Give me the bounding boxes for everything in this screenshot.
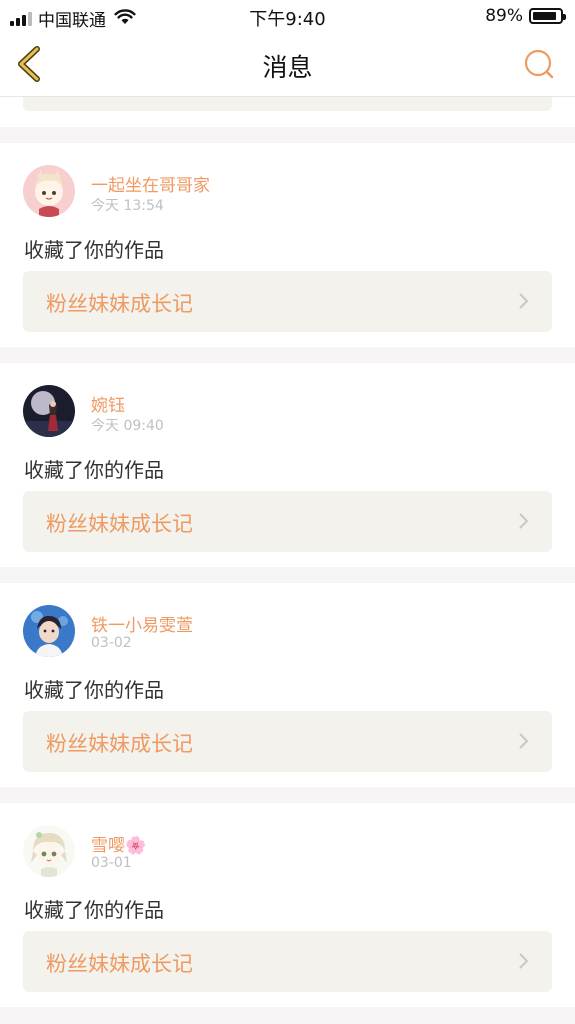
avatar[interactable] bbox=[23, 165, 75, 217]
user-name[interactable]: 一起坐在哥哥家 bbox=[91, 171, 210, 196]
work-link[interactable]: 粉丝妹妹成长记 bbox=[23, 711, 552, 772]
work-link[interactable]: 粉丝妹妹成长记 bbox=[23, 491, 552, 552]
message-time: 今天 13:54 bbox=[91, 198, 164, 214]
battery-percent: 89% bbox=[485, 6, 523, 26]
chevron-right-icon bbox=[519, 293, 529, 309]
message-list[interactable]: 一起坐在哥哥家 今天 13:54 收藏了你的作品 粉丝妹妹成长记 婉钰 今天 0… bbox=[0, 97, 575, 1024]
message-time: 03-02 bbox=[91, 635, 132, 651]
message-time: 今天 09:40 bbox=[91, 418, 164, 434]
partial-work-box[interactable] bbox=[23, 97, 552, 111]
user-name[interactable]: 婉钰 bbox=[91, 391, 125, 416]
message-card: 婉钰 今天 09:40 收藏了你的作品 粉丝妹妹成长记 bbox=[0, 363, 575, 567]
message-card: 一起坐在哥哥家 今天 13:54 收藏了你的作品 粉丝妹妹成长记 bbox=[0, 143, 575, 347]
work-title: 粉丝妹妹成长记 bbox=[46, 952, 193, 976]
avatar[interactable] bbox=[23, 605, 75, 657]
status-right: 89% bbox=[485, 6, 566, 26]
search-icon bbox=[524, 49, 554, 79]
work-title: 粉丝妹妹成长记 bbox=[46, 512, 193, 536]
action-text: 收藏了你的作品 bbox=[24, 458, 164, 482]
avatar[interactable] bbox=[23, 385, 75, 437]
user-name[interactable]: 雪嘤🌸 bbox=[91, 831, 146, 856]
avatar[interactable] bbox=[23, 825, 75, 877]
page-title: 消息 bbox=[262, 53, 313, 82]
work-link[interactable]: 粉丝妹妹成长记 bbox=[23, 271, 552, 332]
chevron-right-icon bbox=[519, 733, 529, 749]
search-button[interactable] bbox=[521, 46, 557, 82]
nav-bar: 消息 bbox=[0, 32, 575, 97]
work-title: 粉丝妹妹成长记 bbox=[46, 292, 193, 316]
battery-icon bbox=[529, 8, 566, 24]
chevron-right-icon bbox=[519, 513, 529, 529]
chevron-right-icon bbox=[519, 953, 529, 969]
partial-message-card bbox=[0, 97, 575, 127]
message-time: 03-01 bbox=[91, 855, 132, 871]
battery-fill bbox=[533, 12, 556, 20]
work-link[interactable]: 粉丝妹妹成长记 bbox=[23, 931, 552, 992]
message-card: 铁一小易雯萱 03-02 收藏了你的作品 粉丝妹妹成长记 bbox=[0, 583, 575, 787]
message-card: 雪嘤🌸 03-01 收藏了你的作品 粉丝妹妹成长记 bbox=[0, 803, 575, 1007]
action-text: 收藏了你的作品 bbox=[24, 898, 164, 922]
work-title: 粉丝妹妹成长记 bbox=[46, 732, 193, 756]
status-bar: 中国联通 下午9:40 89% bbox=[0, 0, 575, 32]
action-text: 收藏了你的作品 bbox=[24, 238, 164, 262]
action-text: 收藏了你的作品 bbox=[24, 678, 164, 702]
user-name[interactable]: 铁一小易雯萱 bbox=[91, 611, 193, 636]
